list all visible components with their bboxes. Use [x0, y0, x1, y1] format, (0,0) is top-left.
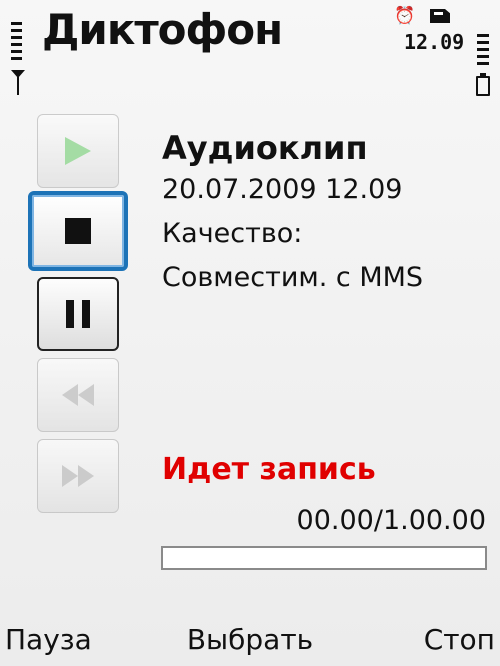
clock: 12.09 [404, 30, 465, 54]
recording-status: Идет запись [162, 452, 376, 487]
quality-value: Совместим. с MMS [162, 262, 424, 293]
clip-datetime: 20.07.2009 12.09 [162, 174, 403, 205]
pause-icon [66, 300, 90, 328]
stop-button[interactable] [28, 191, 128, 271]
battery-icon [474, 34, 492, 96]
recording-time: 00.00/1.00.00 [296, 505, 486, 536]
alarm-icon: ⏰ [394, 6, 416, 26]
fast-forward-icon [60, 465, 96, 487]
rewind-icon [60, 384, 96, 406]
play-button[interactable] [37, 114, 119, 188]
pause-button[interactable] [37, 277, 119, 351]
softkey-bar: Выбрать Пауза Стоп [0, 620, 500, 666]
status-indicators: ⏰ [394, 7, 464, 29]
signal-strength-icon [6, 8, 28, 96]
voice-recorder-screen: Диктофон ⏰ 12.09 Аудиоклип 20.07.2009 12… [0, 0, 500, 666]
memory-card-icon [430, 9, 450, 23]
antenna-icon [11, 70, 25, 96]
clip-name: Аудиоклип [162, 129, 368, 167]
stop-softkey[interactable]: Стоп [424, 620, 495, 660]
play-icon [65, 137, 91, 165]
quality-label: Качество: [162, 218, 303, 249]
pause-softkey[interactable]: Пауза [5, 620, 92, 660]
clip-info: Аудиоклип 20.07.2009 12.09 Качество: Сов… [162, 128, 492, 300]
stop-icon [65, 218, 91, 244]
recording-progress-bar [161, 546, 487, 570]
fast-forward-button[interactable] [37, 439, 119, 513]
page-title: Диктофон [42, 5, 283, 54]
rewind-button[interactable] [37, 358, 119, 432]
